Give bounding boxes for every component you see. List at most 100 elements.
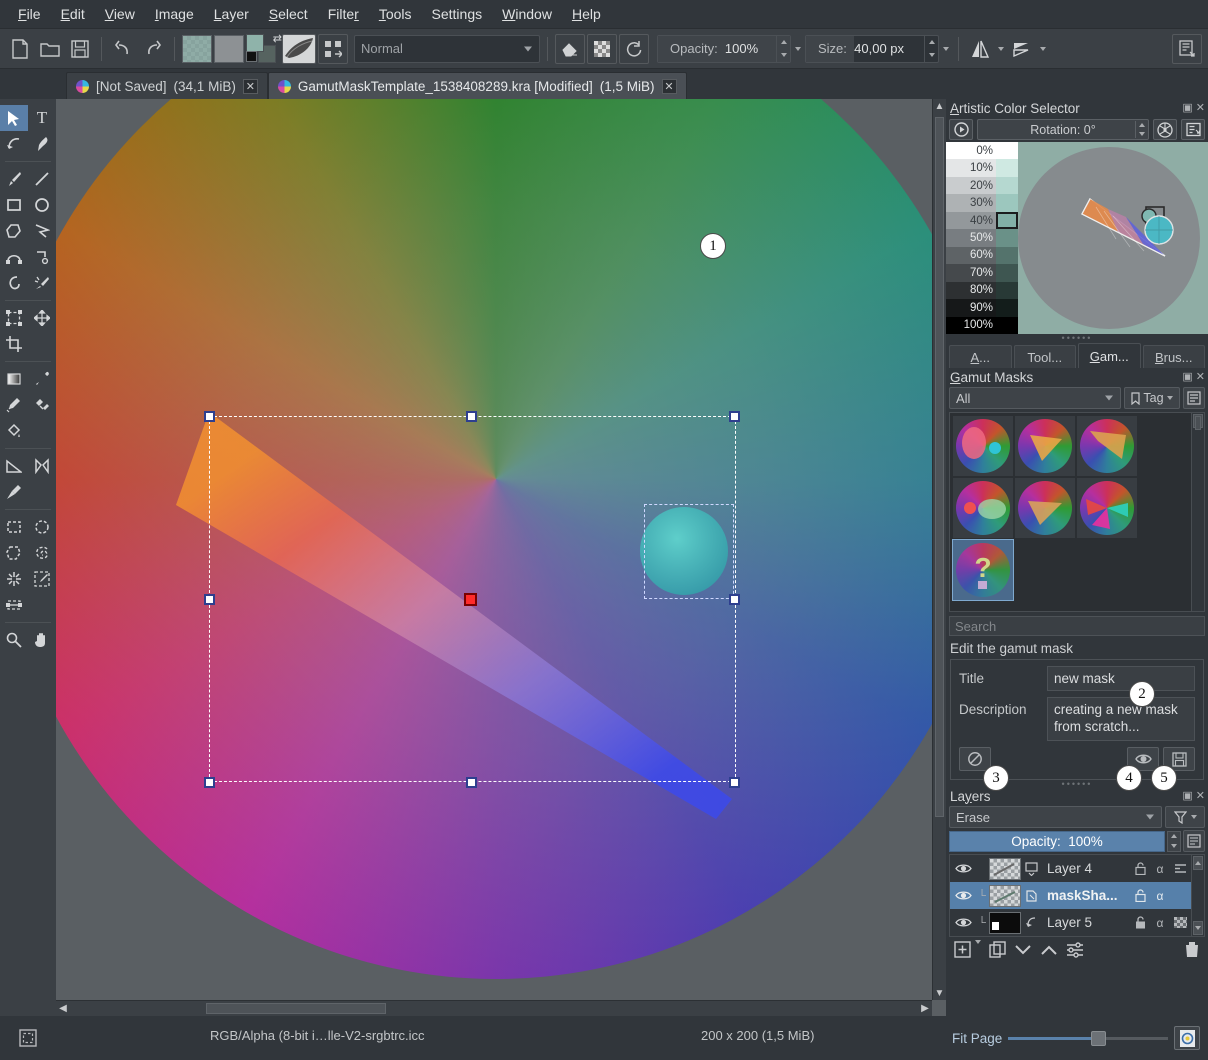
move-layer-down-button[interactable]	[1014, 943, 1032, 960]
gamut-mask-thumb-1[interactable]	[1015, 416, 1075, 476]
undo-icon[interactable]	[109, 35, 137, 63]
gamut-mask-grid-scrollbar[interactable]	[1191, 413, 1204, 611]
bezier-select-tool-icon[interactable]	[0, 592, 28, 618]
transform-pivot-point[interactable]	[464, 593, 477, 606]
value-step[interactable]: 40%	[946, 212, 996, 229]
canvas-preview-icon[interactable]	[1174, 1026, 1200, 1050]
canvas-vscroll-thumb[interactable]	[935, 117, 944, 817]
add-layer-dropdown-caret[interactable]	[975, 944, 981, 959]
float-icon[interactable]: ▣	[1182, 101, 1192, 114]
layer-alpha-icon[interactable]: α	[1150, 862, 1170, 876]
play-icon[interactable]	[949, 119, 973, 140]
scroll-down-arrow-icon[interactable]: ▼	[933, 986, 946, 1000]
table-row[interactable]: └ Layer 5 α	[950, 909, 1191, 936]
color-wheel-icon[interactable]	[1153, 119, 1177, 140]
artistic-color-selector-body[interactable]: 0% 10% 20% 30% 40% 50% 60% 70% 80% 90% 1…	[946, 142, 1208, 334]
value-step[interactable]: 80%	[946, 282, 996, 299]
layer-list-scrollbar[interactable]	[1191, 855, 1204, 936]
gamut-mask-thumb-6[interactable]: ?	[953, 540, 1013, 600]
docker-tab-tool-options[interactable]: Tool...	[1014, 345, 1077, 368]
layer-thumbnail[interactable]	[989, 858, 1021, 880]
fill-tool-icon[interactable]	[0, 418, 28, 444]
menu-tools[interactable]: Tools	[369, 2, 422, 26]
gamut-mask-grid-wrapper[interactable]: ?	[949, 412, 1205, 612]
layer-opacity-slider[interactable]: Opacity: 100%	[949, 831, 1165, 852]
rotation-spinner[interactable]: Rotation: 0°	[977, 119, 1149, 140]
docker-tab-gamut-masks[interactable]: Gam...	[1078, 343, 1141, 368]
opacity-stepper[interactable]	[776, 36, 790, 62]
transform-handle-bottom-left[interactable]	[204, 777, 215, 788]
mask-title-input[interactable]: new mask	[1047, 666, 1195, 691]
opacity-options-caret[interactable]	[793, 47, 803, 51]
table-row[interactable]: └ maskSha... α	[950, 882, 1191, 909]
polyline-tool-icon[interactable]	[28, 218, 56, 244]
mirror-horizontal-caret[interactable]	[996, 47, 1006, 51]
scroll-right-arrow-icon[interactable]: ▶	[919, 1001, 931, 1016]
menu-edit[interactable]: Edit	[51, 2, 95, 26]
layer-visibility-icon[interactable]	[951, 862, 975, 875]
mirror-vertical-caret[interactable]	[1038, 47, 1048, 51]
scroll-up-arrow-icon[interactable]: ▲	[933, 99, 946, 113]
background-pattern-swatch[interactable]	[214, 35, 244, 63]
elliptical-select-tool-icon[interactable]	[28, 514, 56, 540]
foreground-color[interactable]	[246, 34, 264, 52]
reset-colors-icon[interactable]	[246, 51, 257, 62]
pan-tool-icon[interactable]	[28, 627, 56, 653]
duplicate-layer-button[interactable]	[989, 941, 1006, 961]
foreground-background-color-selector[interactable]: ⇄	[246, 34, 280, 64]
brush-editor-icon[interactable]	[318, 34, 348, 64]
gradient-tool-icon[interactable]	[0, 366, 28, 392]
value-step[interactable]: 30%	[946, 194, 996, 211]
measure-tool-icon[interactable]	[0, 453, 28, 479]
value-step[interactable]: 90%	[946, 299, 996, 316]
layer-filter-button[interactable]	[1165, 806, 1205, 828]
bezier-curve-tool-icon[interactable]	[0, 244, 28, 270]
value-swatch-strip[interactable]	[996, 142, 1018, 334]
gamut-mask-tag-button[interactable]: Tag	[1124, 387, 1180, 409]
mask-description-input[interactable]: creating a new mask from scratch...	[1047, 697, 1195, 741]
value-step[interactable]: 60%	[946, 247, 996, 264]
layer-scroll-up-icon[interactable]	[1193, 856, 1203, 870]
close-icon[interactable]: ✕	[1196, 101, 1205, 114]
gamut-mask-thumb-2[interactable]	[1077, 416, 1137, 476]
brush-preset-preview[interactable]	[282, 34, 316, 64]
docker-tab-brush-presets[interactable]: Brus...	[1143, 345, 1206, 368]
docker-tab-advanced[interactable]: A...	[949, 345, 1012, 368]
layer-visibility-icon[interactable]	[951, 916, 975, 929]
crop-tool-icon[interactable]	[0, 331, 28, 357]
layer-alpha-icon[interactable]: α	[1150, 889, 1170, 903]
rotation-stepper[interactable]	[1135, 121, 1147, 138]
scroll-left-arrow-icon[interactable]: ◀	[57, 1001, 69, 1016]
close-tab-0-icon[interactable]: ✕	[243, 79, 258, 94]
reload-preset-icon[interactable]	[619, 34, 649, 64]
polygonal-select-tool-icon[interactable]	[0, 540, 28, 566]
layer-lock-icon[interactable]	[1130, 916, 1150, 929]
layer-thumbnail[interactable]	[989, 912, 1021, 934]
layer-checker-icon[interactable]	[1170, 917, 1190, 928]
preserve-alpha-icon[interactable]	[587, 34, 617, 64]
menu-layer[interactable]: Layer	[204, 2, 259, 26]
mirror-vertical-icon[interactable]	[1008, 35, 1036, 63]
layer-list[interactable]: Layer 4 α └ maskSha...	[949, 854, 1205, 937]
transform-handle-top-right[interactable]	[729, 411, 740, 422]
layer-style-icon[interactable]	[1183, 830, 1205, 852]
transform-handle-top-left[interactable]	[204, 411, 215, 422]
freehand-path-tool-icon[interactable]	[28, 244, 56, 270]
move-layer-up-button[interactable]	[1040, 943, 1058, 960]
add-layer-button[interactable]	[954, 941, 971, 961]
transform-handle-middle-left[interactable]	[204, 594, 215, 605]
assistant-tool-icon[interactable]	[0, 479, 28, 505]
config-icon[interactable]	[1181, 119, 1205, 140]
gamut-mask-thumb-3[interactable]	[953, 478, 1013, 538]
table-row[interactable]: Layer 4 α	[950, 855, 1191, 882]
foreground-pattern-swatch[interactable]	[182, 35, 212, 63]
mirror-horizontal-icon[interactable]	[966, 35, 994, 63]
reference-images-tool-icon[interactable]	[28, 453, 56, 479]
polygon-tool-icon[interactable]	[0, 218, 28, 244]
ellipse-tool-icon[interactable]	[28, 192, 56, 218]
opacity-spinner[interactable]: Opacity: 100%	[657, 35, 791, 63]
layer-blend-mode-combo[interactable]: Erase	[949, 806, 1162, 828]
transform-handle-middle-right[interactable]	[729, 594, 740, 605]
menu-image[interactable]: Image	[145, 2, 204, 26]
value-step[interactable]: 70%	[946, 264, 996, 281]
